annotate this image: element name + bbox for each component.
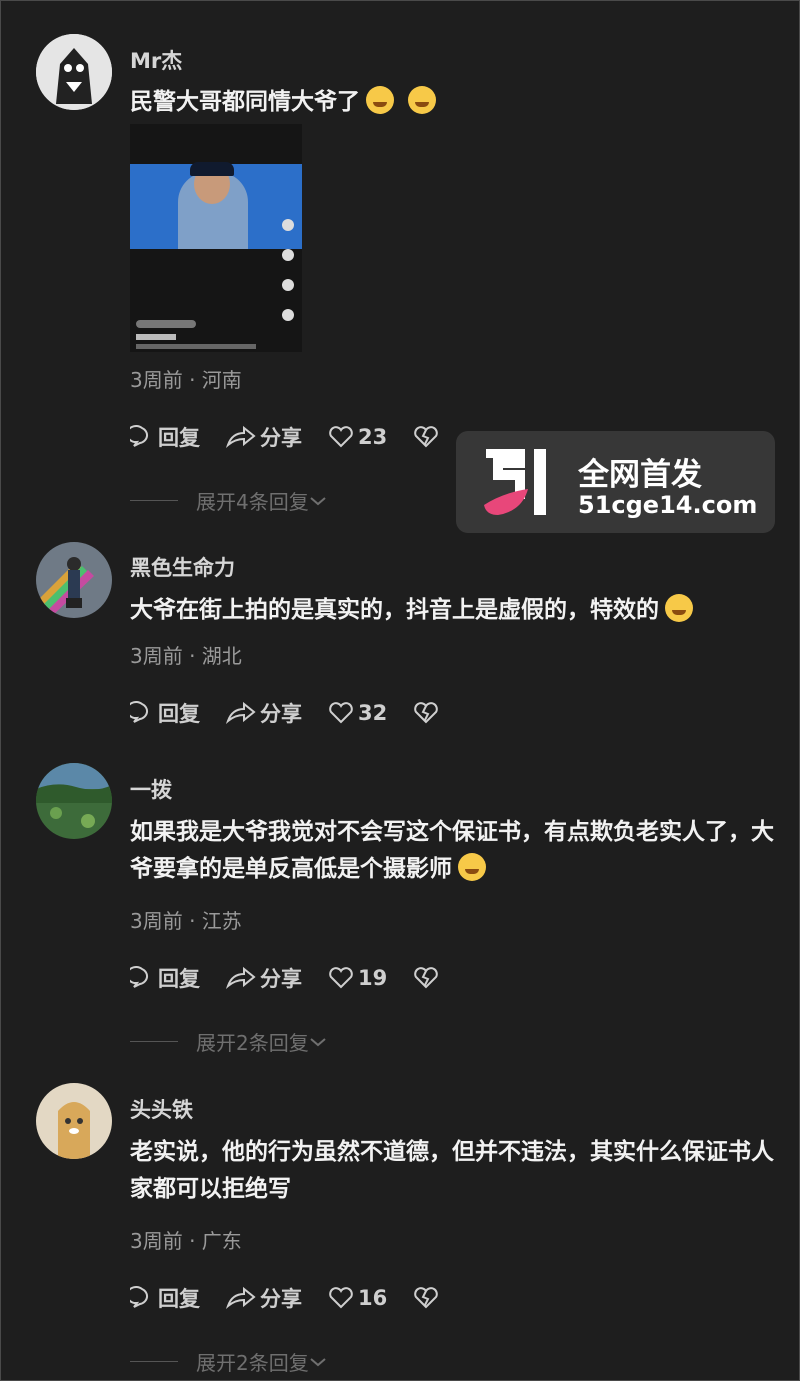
share-button[interactable]: 分享 — [226, 698, 302, 728]
reply-button[interactable]: 回复 — [130, 698, 200, 728]
comment-meta: 3周前 · 广东 — [130, 1229, 242, 1253]
avatar[interactable] — [36, 34, 112, 110]
reply-bubble-icon — [130, 1286, 149, 1308]
crying-face-icon — [408, 86, 436, 114]
avatar[interactable] — [36, 542, 112, 618]
username[interactable]: 黑色生命力 — [130, 552, 235, 582]
comment-meta: 3周前 · 河南 — [130, 368, 242, 392]
heart-icon — [329, 702, 353, 724]
share-label: 分享 — [260, 702, 302, 726]
video-side-icons — [282, 219, 296, 339]
chevron-down-icon — [310, 1357, 326, 1366]
comment-meta: 3周前 · 江苏 — [130, 909, 242, 933]
video-thumbnail[interactable] — [130, 124, 302, 352]
comment-actions: 回复 分享 32 — [130, 698, 469, 728]
share-arrow-icon — [226, 701, 256, 725]
dislike-button[interactable] — [413, 1286, 443, 1310]
like-count: 16 — [358, 1286, 388, 1310]
share-label: 分享 — [260, 1287, 302, 1311]
video-caption-bar — [136, 320, 196, 328]
divider-line — [130, 1361, 178, 1362]
share-arrow-icon — [226, 425, 256, 449]
chevron-down-icon — [310, 1037, 326, 1046]
reply-label: 回复 — [158, 1287, 200, 1311]
watermark-banner: 全网首发 51cge14.com — [456, 431, 775, 533]
divider-line — [130, 1041, 178, 1042]
reply-label: 回复 — [158, 967, 200, 991]
comment-text: 民警大哥都同情大爷了 — [130, 84, 775, 121]
share-button[interactable]: 分享 — [226, 422, 302, 452]
like-button[interactable]: 16 — [328, 1286, 387, 1310]
share-label: 分享 — [260, 967, 302, 991]
share-button[interactable]: 分享 — [226, 963, 302, 993]
comment-text: 大爷在街上拍的是真实的，抖音上是虚假的，特效的 — [130, 592, 775, 629]
expand-label: 展开4条回复 — [196, 490, 309, 514]
heart-icon — [329, 967, 353, 989]
sleepy-face-icon — [458, 853, 486, 881]
expand-replies[interactable]: 展开2条回复 — [130, 1347, 327, 1376]
share-button[interactable]: 分享 — [226, 1283, 302, 1313]
share-label: 分享 — [260, 426, 302, 450]
expand-replies[interactable]: 展开4条回复 — [130, 486, 327, 515]
reply-bubble-icon — [130, 701, 149, 723]
crying-face-icon — [366, 86, 394, 114]
like-count: 32 — [358, 701, 388, 725]
comment-actions: 回复 分享 23 — [130, 422, 469, 452]
reply-button[interactable]: 回复 — [130, 963, 200, 993]
like-button[interactable]: 32 — [328, 701, 387, 725]
comment-meta: 3周前 · 湖北 — [130, 644, 242, 668]
watermark-title: 全网首发 — [578, 457, 702, 493]
dislike-button[interactable] — [413, 701, 443, 725]
share-arrow-icon — [226, 966, 256, 990]
username[interactable]: 一拨 — [130, 774, 172, 804]
avatar[interactable] — [36, 1083, 112, 1159]
reply-label: 回复 — [158, 702, 200, 726]
rolling-laughing-face-icon — [665, 594, 693, 622]
reply-label: 回复 — [158, 426, 200, 450]
like-count: 23 — [358, 425, 388, 449]
username[interactable]: 头头铁 — [130, 1094, 193, 1124]
like-button[interactable]: 23 — [328, 425, 387, 449]
dislike-button[interactable] — [413, 966, 443, 990]
heart-icon — [329, 426, 353, 448]
divider-line — [130, 500, 178, 501]
expand-replies[interactable]: 展开2条回复 — [130, 1027, 327, 1056]
like-button[interactable]: 19 — [328, 966, 387, 990]
officer-cap — [190, 162, 234, 176]
dislike-button[interactable] — [413, 425, 443, 449]
reply-button[interactable]: 回复 — [130, 1283, 200, 1313]
broken-heart-icon — [414, 426, 439, 448]
watermark-url: 51cge14.com — [578, 491, 758, 519]
avatar[interactable] — [36, 763, 112, 839]
video-caption-bar — [136, 344, 256, 349]
share-arrow-icon — [226, 1286, 256, 1310]
expand-label: 展开2条回复 — [196, 1351, 309, 1375]
site-logo-icon — [484, 449, 546, 515]
comment-actions: 回复 分享 16 — [130, 1283, 469, 1313]
comment-text: 老实说，他的行为虽然不道德，但并不违法，其实什么保证书人家都可以拒绝写 — [130, 1139, 774, 1202]
chevron-down-icon — [310, 496, 326, 505]
broken-heart-icon — [414, 1287, 439, 1309]
video-caption-bar — [136, 334, 176, 340]
comment-text: 如果我是大爷我觉对不会写这个保证书，有点欺负老实人了，大爷要拿的是单反高低是个摄… — [130, 819, 774, 882]
expand-label: 展开2条回复 — [196, 1031, 309, 1055]
reply-bubble-icon — [130, 966, 149, 988]
like-count: 19 — [358, 966, 388, 990]
username[interactable]: Mr杰 — [130, 45, 182, 75]
broken-heart-icon — [414, 702, 439, 724]
reply-bubble-icon — [130, 425, 149, 447]
heart-icon — [329, 1287, 353, 1309]
broken-heart-icon — [414, 967, 439, 989]
reply-button[interactable]: 回复 — [130, 422, 200, 452]
comment-actions: 回复 分享 19 — [130, 963, 469, 993]
